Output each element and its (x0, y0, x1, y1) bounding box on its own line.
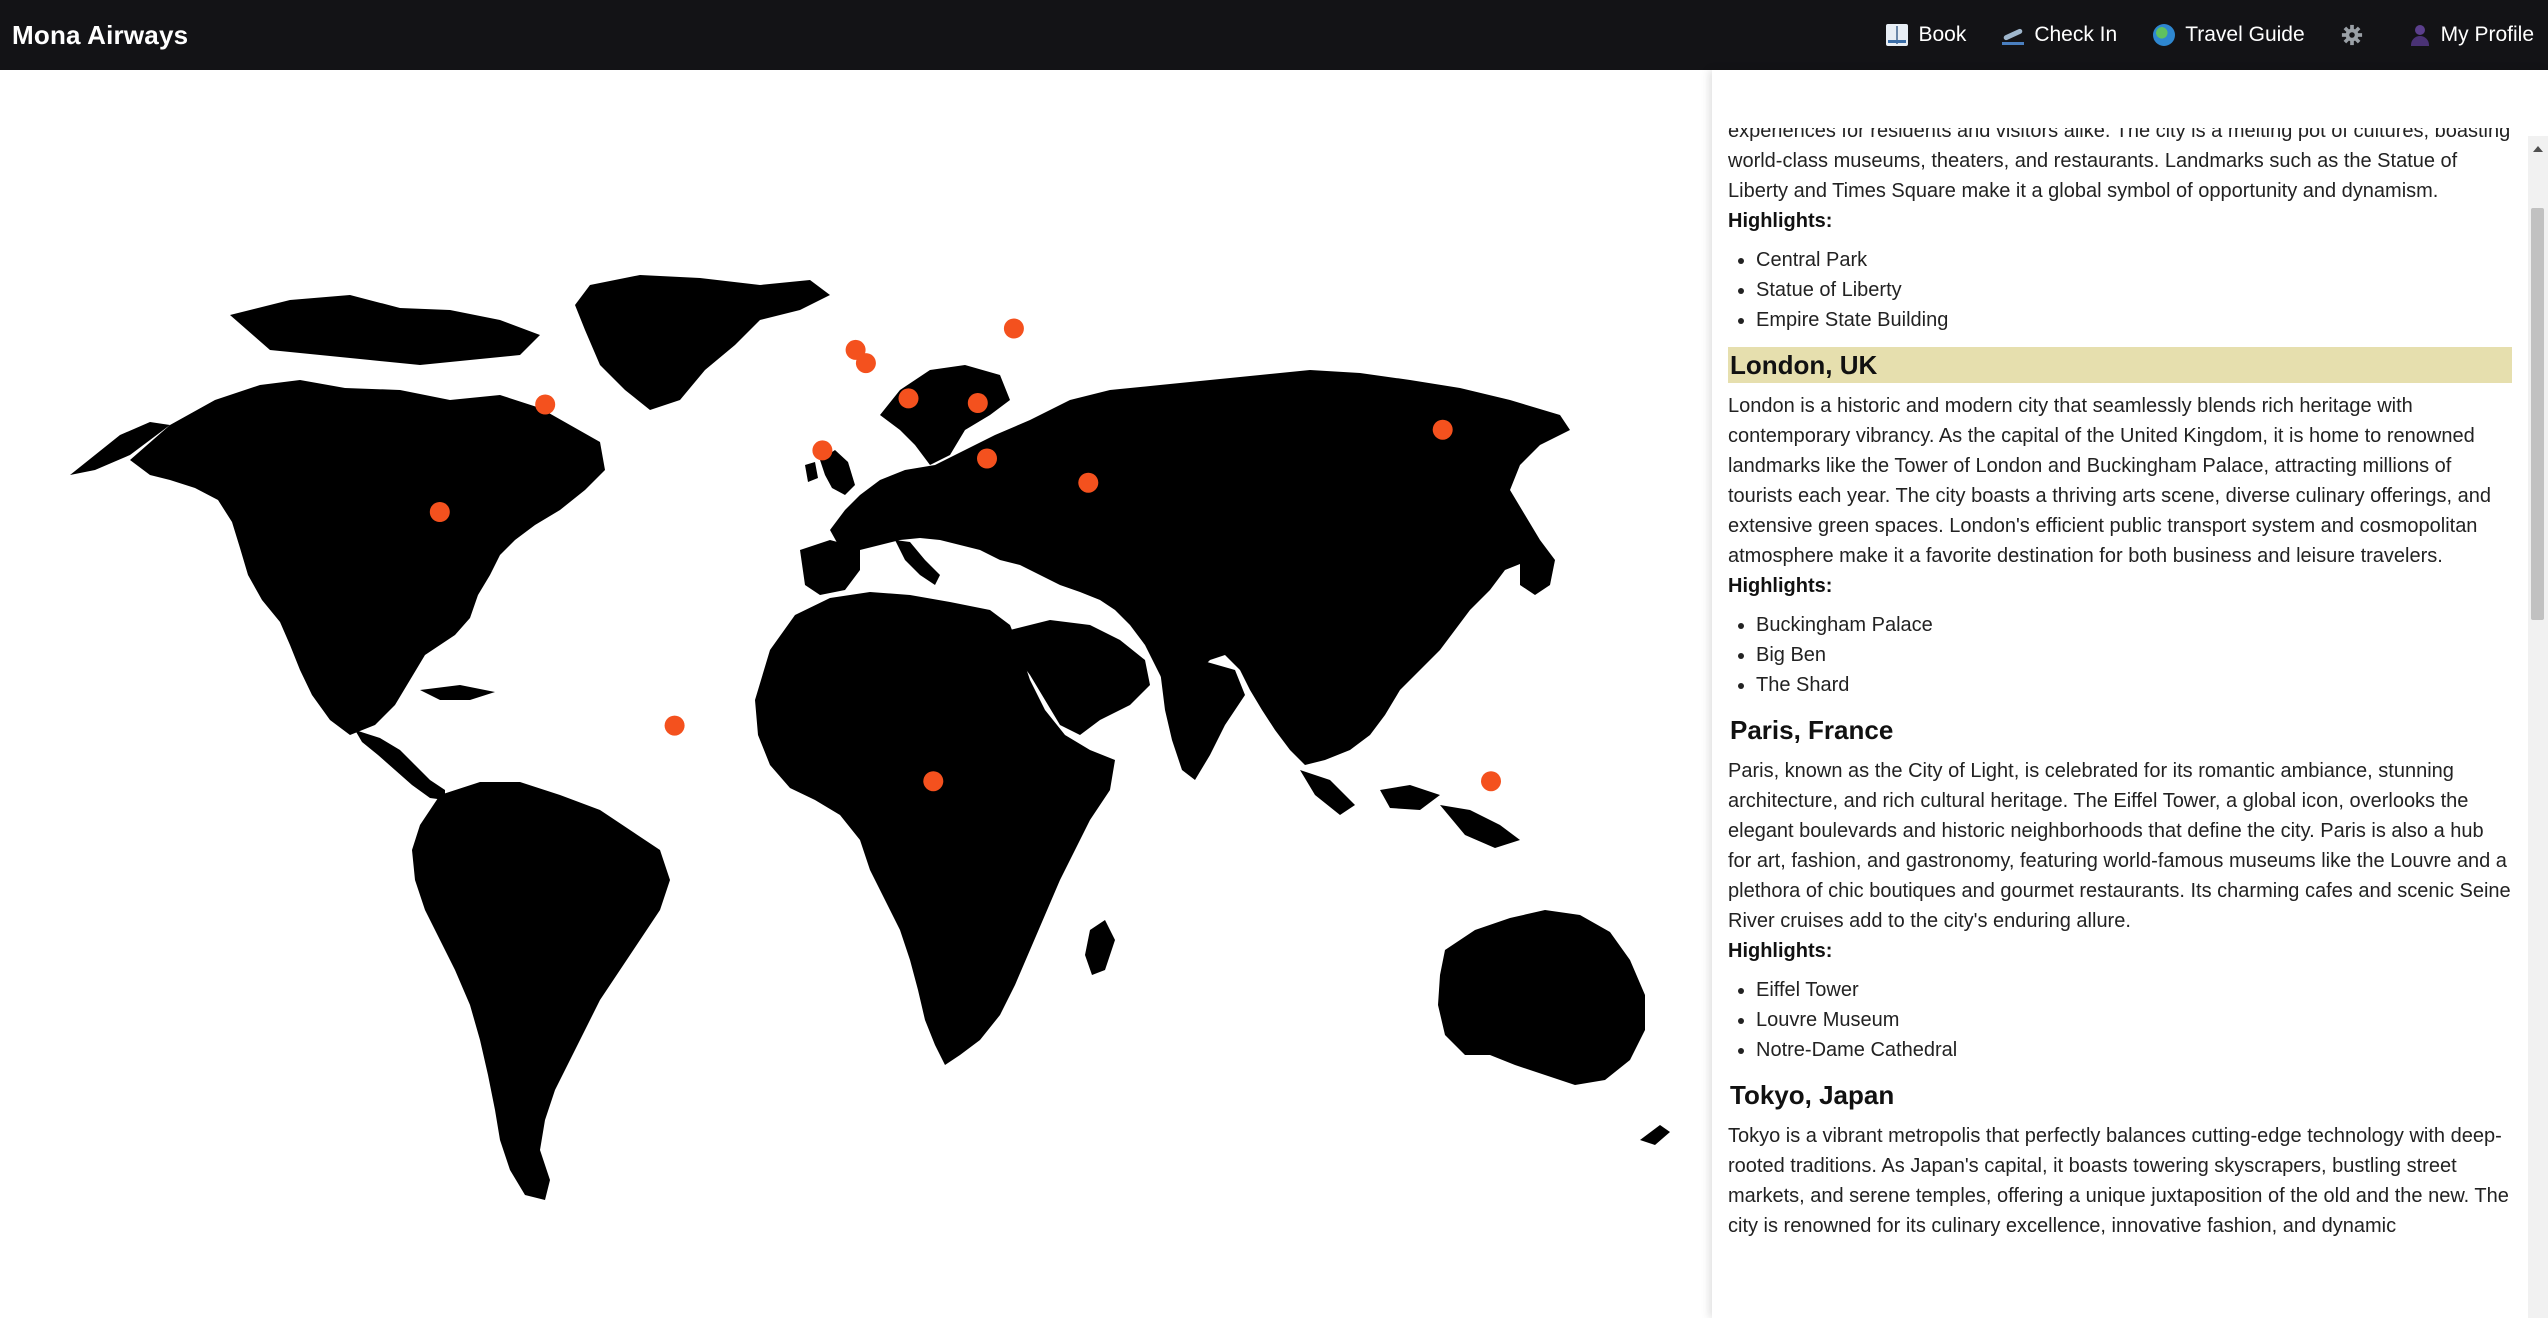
city-description: Tokyo is a vibrant metropolis that perfe… (1728, 1125, 2509, 1237)
highlights-list: Buckingham Palace Big Ben The Shard (1756, 610, 2512, 700)
south-america-shape (412, 782, 670, 1200)
nav-check-in-label: Check In (2034, 23, 2118, 46)
list-item: Louvre Museum (1756, 1005, 2512, 1035)
nav-menu: Book Check In Travel Guide My Profile (1850, 0, 2548, 70)
sumatra-shape (1300, 770, 1355, 815)
city-marker-mexico-city[interactable] (429, 502, 450, 522)
australia-shape (1438, 910, 1645, 1085)
airplane-icon (2002, 24, 2025, 46)
city-title-london[interactable]: London, UK (1728, 347, 2512, 383)
settings-button[interactable] (2341, 24, 2373, 46)
user-icon (2409, 24, 2431, 46)
city-title-paris[interactable]: Paris, France (1728, 712, 2512, 748)
borneo-shape (1380, 785, 1440, 810)
nav-book-label: Book (1918, 23, 1967, 46)
highlights-label: Highlights: (1728, 940, 1833, 962)
list-item: Central Park (1756, 245, 2512, 275)
nav-travel-guide-button[interactable]: Travel Guide (2153, 23, 2305, 47)
world-map-svg[interactable] (0, 70, 1712, 1318)
highlights-list: Eiffel Tower Louvre Museum Notre-Dame Ca… (1756, 975, 2512, 1065)
list-item: Big Ben (1756, 640, 2512, 670)
travel-guide-panel: experiences for residents and visitors a… (1712, 70, 2548, 1318)
caribbean-shape (420, 685, 495, 700)
highlights-list: Central Park Statue of Liberty Empire St… (1756, 245, 2512, 335)
guide-scroll-area[interactable]: experiences for residents and visitors a… (1728, 128, 2512, 1318)
greenland-shape (575, 275, 830, 410)
city-marker-rio-de-janeiro[interactable] (664, 715, 685, 736)
india-shape (1160, 660, 1245, 780)
arctic-islands-shape (230, 295, 540, 365)
city-marker-istanbul[interactable] (967, 393, 988, 413)
nav-my-profile-button[interactable]: My Profile (2409, 23, 2534, 47)
ireland-shape (805, 462, 818, 482)
city-marker-marrakech[interactable] (812, 440, 833, 461)
world-map[interactable] (0, 70, 1712, 1318)
nav-travel-guide-label: Travel Guide (2185, 23, 2305, 46)
globe-icon (2153, 24, 2176, 46)
city-marker-paris[interactable] (855, 353, 876, 374)
gear-icon (2341, 24, 2362, 46)
city-marker-tokyo[interactable] (1432, 419, 1453, 440)
highlights-label: Highlights: (1728, 210, 1833, 232)
list-item: Eiffel Tower (1756, 975, 2512, 1005)
italy-shape (895, 540, 940, 585)
city-marker-sydney[interactable] (1481, 771, 1501, 792)
new-zealand-shape (1640, 1125, 1670, 1145)
map-land (70, 275, 1670, 1200)
top-navigation-bar: Mona Airways Book Check In Travel Guide (0, 0, 2548, 70)
city-title-tokyo[interactable]: Tokyo, Japan (1728, 1077, 2512, 1113)
city-marker-new-york[interactable] (535, 394, 556, 415)
city-marker-dubai[interactable] (1078, 472, 1099, 493)
nav-my-profile-label: My Profile (2440, 23, 2534, 46)
nav-book-button[interactable]: Book (1886, 23, 1966, 47)
city-description-partial: experiences for residents and visitors a… (1728, 128, 2511, 202)
japan-shape (1520, 540, 1555, 595)
city-marker-moscow[interactable] (1003, 318, 1024, 339)
brand-logo-text[interactable]: Mona Airways (12, 20, 188, 51)
city-marker-rome[interactable] (898, 388, 919, 409)
madagascar-shape (1085, 920, 1115, 975)
nav-check-in-button[interactable]: Check In (2002, 23, 2117, 47)
city-marker-cairo[interactable] (977, 448, 997, 469)
list-item: The Shard (1756, 670, 2512, 700)
central-america-shape (355, 730, 445, 800)
city-description: London is a historic and modern city tha… (1728, 395, 2491, 567)
city-description: Paris, known as the City of Light, is ce… (1728, 760, 2511, 932)
new-guinea-shape (1440, 805, 1520, 848)
scroll-up-arrow-icon[interactable] (2533, 146, 2543, 152)
list-item: Buckingham Palace (1756, 610, 2512, 640)
list-item: Notre-Dame Cathedral (1756, 1035, 2512, 1065)
list-item: Statue of Liberty (1756, 275, 2512, 305)
book-icon (1886, 24, 1909, 46)
list-item: Empire State Building (1756, 305, 2512, 335)
north-america-shape (130, 380, 605, 735)
scroll-thumb[interactable] (2531, 208, 2544, 620)
iberia-shape (800, 540, 860, 595)
city-marker-cape-town[interactable] (923, 771, 944, 792)
highlights-label: Highlights: (1728, 575, 1833, 597)
